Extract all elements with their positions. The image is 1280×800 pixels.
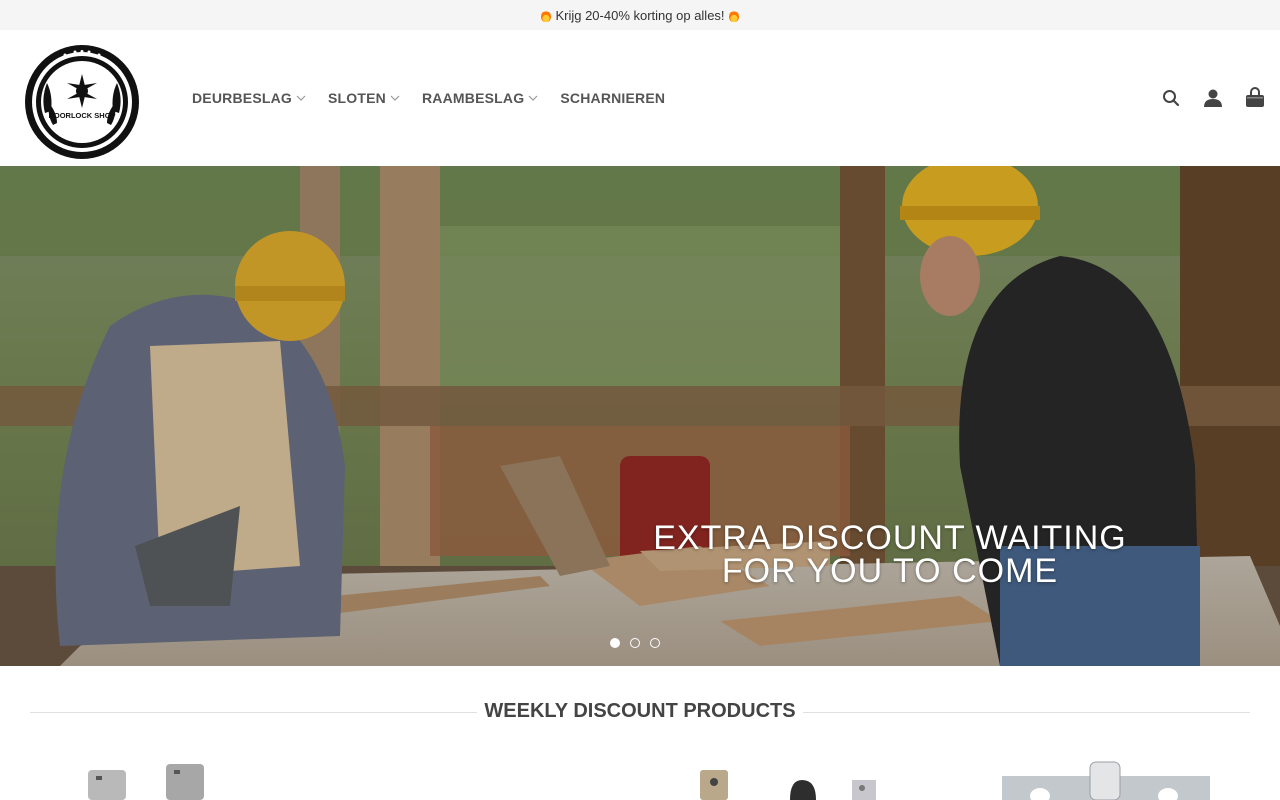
doorlock-shop-logo[interactable]: DOORLOCK SHOP xyxy=(23,43,141,161)
slider-dot-1[interactable] xyxy=(610,638,620,648)
logo-text: DOORLOCK SHOP xyxy=(48,111,115,120)
header-icons xyxy=(1160,30,1266,166)
slider-dot-2[interactable] xyxy=(630,638,640,648)
slider-dots xyxy=(610,638,660,648)
nav-item-label: DEURBESLAG xyxy=(192,90,293,106)
product-image[interactable] xyxy=(700,770,876,800)
hero-title-line2: FOR YOU TO COME xyxy=(721,552,1059,590)
divider xyxy=(803,712,1250,713)
product-image[interactable] xyxy=(1002,761,1210,800)
account-icon[interactable] xyxy=(1202,87,1224,109)
nav-item-label: SCHARNIEREN xyxy=(560,90,666,106)
promo-bar: Krijg 20-40% korting op alles! xyxy=(0,0,1280,30)
nav-item-label: RAAMBESLAG xyxy=(422,90,525,106)
fire-icon xyxy=(541,10,552,22)
site-header: DOORLOCK SHOP DEURBESLAG SLOTEN RAAMBESL… xyxy=(0,30,1280,166)
hero-title-line1: EXTRA DISCOUNT WAITING xyxy=(653,519,1127,557)
hero-background-image xyxy=(0,166,1280,666)
cart-icon[interactable] xyxy=(1244,87,1266,109)
promo-text: Krijg 20-40% korting op alles! xyxy=(555,7,725,23)
nav-item-sloten[interactable]: SLOTEN xyxy=(328,90,400,106)
fire-icon xyxy=(728,10,739,22)
nav-item-raambeslag[interactable]: RAAMBESLAG xyxy=(422,90,538,106)
hero-title: EXTRA DISCOUNT WAITING FOR YOU TO COME xyxy=(590,519,1190,590)
search-icon[interactable] xyxy=(1160,87,1182,109)
weekly-discount-section-header: WEEKLY DISCOUNT PRODUCTS xyxy=(0,666,1280,758)
chevron-down-icon xyxy=(296,95,306,101)
chevron-down-icon xyxy=(390,95,400,101)
nav-item-scharnieren[interactable]: SCHARNIEREN xyxy=(560,90,665,106)
hero-slider[interactable]: EXTRA DISCOUNT WAITING FOR YOU TO COME xyxy=(0,166,1280,666)
nav-item-label: SLOTEN xyxy=(328,90,386,106)
product-image[interactable] xyxy=(88,764,204,800)
main-nav: DEURBESLAG SLOTEN RAAMBESLAG SCHARNIEREN xyxy=(192,30,665,166)
nav-item-deurbeslag[interactable]: DEURBESLAG xyxy=(192,90,306,106)
slider-dot-3[interactable] xyxy=(650,638,660,648)
chevron-down-icon xyxy=(528,95,538,101)
product-thumbnails xyxy=(88,761,1210,800)
